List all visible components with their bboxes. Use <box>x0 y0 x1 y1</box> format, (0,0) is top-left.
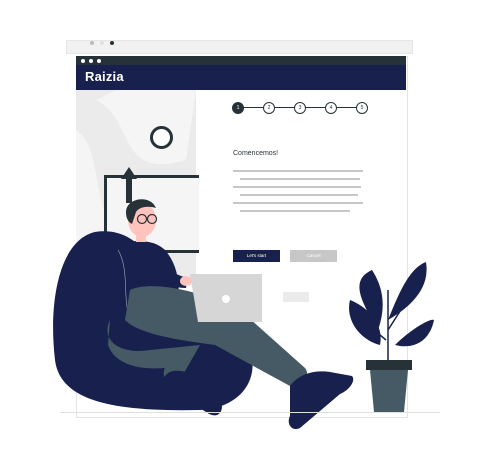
person-with-laptop-illustration <box>53 199 434 430</box>
potted-plant <box>349 262 434 412</box>
ground-line <box>60 412 440 413</box>
